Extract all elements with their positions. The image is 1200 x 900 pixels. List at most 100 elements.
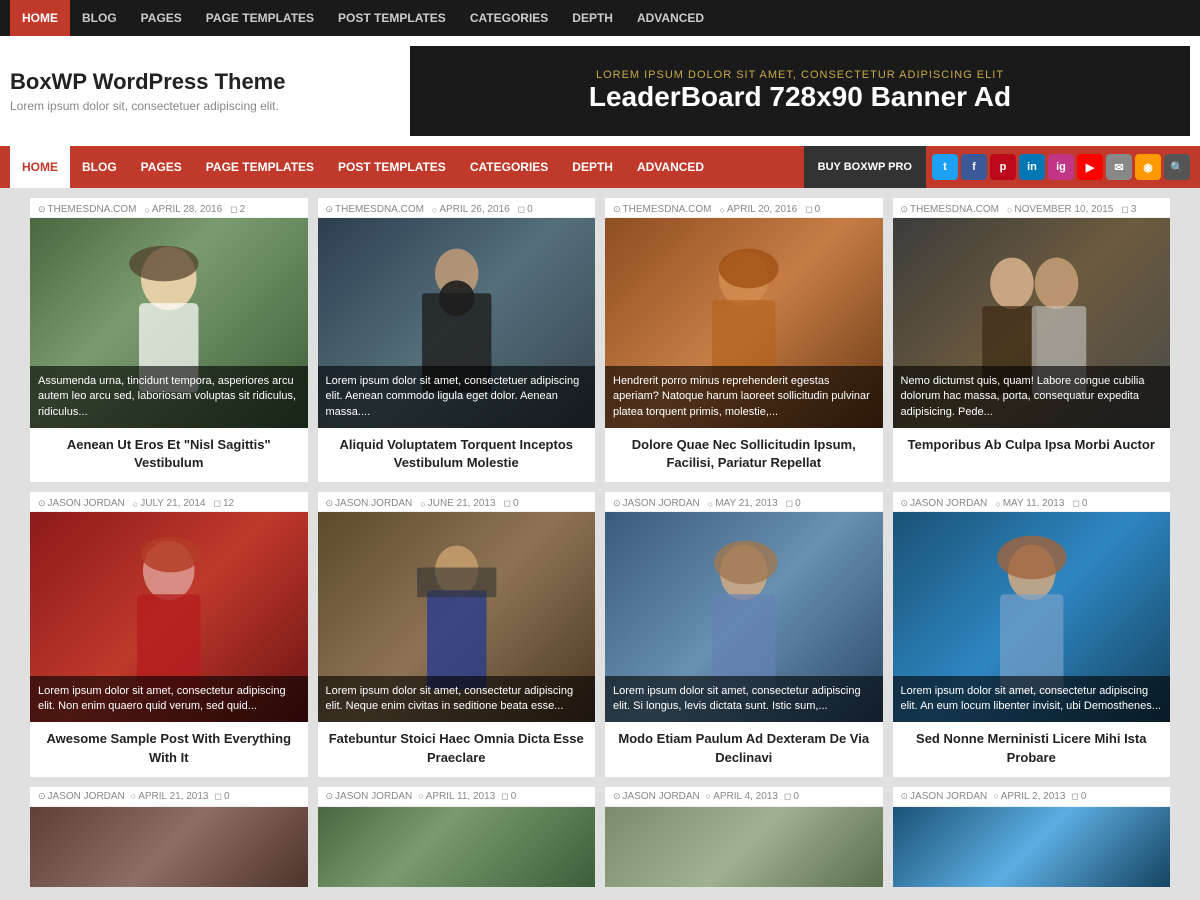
post-title-3[interactable]: Dolore Quae Nec Sollicitudin Ipsum, Faci… — [605, 428, 883, 482]
post-thumb-4: Nemo dictumst quis, quam! Labore congue … — [893, 218, 1171, 428]
post-author-10: ⊙ JASON JORDAN — [326, 791, 413, 802]
post-author-4: ⊙ THEMESDNA.COM — [901, 204, 999, 215]
twitter-icon[interactable]: t — [932, 154, 958, 180]
post-excerpt-4: Nemo dictumst quis, quam! Labore congue … — [901, 375, 1145, 418]
top-navigation: HOME BLOG PAGES PAGE TEMPLATES POST TEMP… — [0, 0, 1200, 36]
rss-icon[interactable]: ◉ — [1135, 154, 1161, 180]
clock-icon-7: ○ — [708, 499, 713, 509]
main-nav-links: HOME BLOG PAGES PAGE TEMPLATES POST TEMP… — [10, 146, 804, 188]
post-date-4: ○ NOVEMBER 10, 2015 — [1007, 204, 1113, 215]
post-excerpt-5: Lorem ipsum dolor sit amet, consectetur … — [38, 685, 286, 712]
clock-icon-10: ○ — [418, 791, 423, 801]
post-excerpt-8: Lorem ipsum dolor sit amet, consectetur … — [901, 685, 1161, 712]
post-card-2: ⊙ THEMESDNA.COM ○ APRIL 26, 2016 ◻ 0 Lor… — [318, 198, 596, 482]
post-date-1: ○ APRIL 28, 2016 — [144, 204, 222, 215]
top-nav-post-templates[interactable]: POST TEMPLATES — [326, 0, 458, 36]
post-thumb-3: Hendrerit porro minus reprehenderit eges… — [605, 218, 883, 428]
main-nav-page-templates[interactable]: PAGE TEMPLATES — [194, 146, 326, 188]
post-author-3: ⊙ THEMESDNA.COM — [613, 204, 711, 215]
clock-icon-11: ○ — [706, 791, 711, 801]
post-thumb-11 — [605, 807, 883, 887]
top-nav-advanced[interactable]: ADVANCED — [625, 0, 716, 36]
post-title-4[interactable]: Temporibus Ab Culpa Ipsa Morbi Auctor — [893, 428, 1171, 464]
post-date-9: ○ APRIL 21, 2013 — [131, 791, 209, 802]
user-icon-12: ⊙ — [901, 791, 909, 802]
search-icon[interactable]: 🔍 — [1164, 154, 1190, 180]
post-title-link-6[interactable]: Fatebuntur Stoici Haec Omnia Dicta Esse … — [329, 731, 584, 764]
user-icon: ⊙ — [38, 204, 46, 215]
post-title-link-5[interactable]: Awesome Sample Post With Everything With… — [46, 731, 291, 764]
post-thumb-12 — [893, 807, 1171, 887]
post-date-5: ○ JULY 21, 2014 — [133, 498, 206, 509]
top-nav-depth[interactable]: DEPTH — [560, 0, 625, 36]
user-icon-6: ⊙ — [326, 498, 334, 509]
post-title-link-8[interactable]: Sed Nonne Merninisti Licere Mihi Ista Pr… — [916, 731, 1146, 764]
post-date-10: ○ APRIL 11, 2013 — [418, 791, 495, 802]
post-meta-2: ⊙ THEMESDNA.COM ○ APRIL 26, 2016 ◻ 0 — [318, 198, 596, 218]
post-title-link-2[interactable]: Aliquid Voluptatem Torquent Inceptos Ves… — [339, 437, 573, 470]
post-date-12: ○ APRIL 2, 2013 — [993, 791, 1065, 802]
post-comments-5: ◻ 12 — [213, 498, 234, 509]
main-nav-categories[interactable]: CATEGORIES — [458, 146, 560, 188]
post-meta-7: ⊙ JASON JORDAN ○ MAY 21, 2013 ◻ 0 — [605, 492, 883, 512]
instagram-icon[interactable]: ig — [1048, 154, 1074, 180]
top-nav-categories[interactable]: CATEGORIES — [458, 0, 560, 36]
post-excerpt-3: Hendrerit porro minus reprehenderit eges… — [613, 375, 870, 418]
youtube-icon[interactable]: ▶ — [1077, 154, 1103, 180]
post-meta-11: ⊙ JASON JORDAN ○ APRIL 4, 2013 ◻ 0 — [605, 787, 883, 807]
post-title-link-4[interactable]: Temporibus Ab Culpa Ipsa Morbi Auctor — [908, 437, 1155, 452]
post-title-link-3[interactable]: Dolore Quae Nec Sollicitudin Ipsum, Faci… — [632, 437, 856, 470]
post-excerpt-overlay-6: Lorem ipsum dolor sit amet, consectetur … — [318, 676, 596, 723]
post-title-link-7[interactable]: Modo Etiam Paulum Ad Dexteram De Via Dec… — [618, 731, 869, 764]
post-comments-9: ◻ 0 — [214, 791, 229, 802]
post-comments-8: ◻ 0 — [1072, 498, 1087, 509]
post-thumb-10 — [318, 807, 596, 887]
main-nav-pages[interactable]: PAGES — [129, 146, 194, 188]
post-title-1[interactable]: Aenean Ut Eros Et "Nisl Sagittis" Vestib… — [30, 428, 308, 482]
comment-icon-7: ◻ — [786, 498, 793, 509]
post-title-6[interactable]: Fatebuntur Stoici Haec Omnia Dicta Esse … — [318, 722, 596, 776]
post-title-2[interactable]: Aliquid Voluptatem Torquent Inceptos Ves… — [318, 428, 596, 482]
comment-icon-10: ◻ — [501, 791, 508, 802]
post-date-2: ○ APRIL 26, 2016 — [432, 204, 510, 215]
post-meta-5: ⊙ JASON JORDAN ○ JULY 21, 2014 ◻ 12 — [30, 492, 308, 512]
clock-icon-5: ○ — [133, 499, 138, 509]
post-author-7: ⊙ JASON JORDAN — [613, 498, 700, 509]
linkedin-icon[interactable]: in — [1019, 154, 1045, 180]
site-header: BoxWP WordPress Theme Lorem ipsum dolor … — [0, 36, 1200, 146]
main-nav-advanced[interactable]: ADVANCED — [625, 146, 716, 188]
comment-icon: ◻ — [230, 204, 237, 215]
main-nav-home[interactable]: HOME — [10, 146, 70, 188]
clock-icon-2: ○ — [432, 205, 437, 215]
top-nav-page-templates[interactable]: PAGE TEMPLATES — [194, 0, 326, 36]
post-meta-4: ⊙ THEMESDNA.COM ○ NOVEMBER 10, 2015 ◻ 3 — [893, 198, 1171, 218]
email-icon[interactable]: ✉ — [1106, 154, 1132, 180]
post-card-7: ⊙ JASON JORDAN ○ MAY 21, 2013 ◻ 0 Lorem … — [605, 492, 883, 776]
comment-icon-6: ◻ — [504, 498, 511, 509]
post-card-10: ⊙ JASON JORDAN ○ APRIL 11, 2013 ◻ 0 — [318, 787, 596, 887]
post-thumb-9 — [30, 807, 308, 887]
top-nav-home[interactable]: HOME — [10, 0, 70, 36]
top-nav-pages[interactable]: PAGES — [129, 0, 194, 36]
post-title-8[interactable]: Sed Nonne Merninisti Licere Mihi Ista Pr… — [893, 722, 1171, 776]
main-nav-blog[interactable]: BLOG — [70, 146, 129, 188]
user-icon-2: ⊙ — [326, 204, 334, 215]
post-comments-11: ◻ 0 — [784, 791, 799, 802]
buy-button[interactable]: BUY BOXWP PRO — [804, 146, 926, 188]
facebook-icon[interactable]: f — [961, 154, 987, 180]
clock-icon: ○ — [144, 205, 149, 215]
site-title: BoxWP WordPress Theme — [10, 69, 390, 95]
post-comments-12: ◻ 0 — [1071, 791, 1086, 802]
post-comments-7: ◻ 0 — [786, 498, 801, 509]
top-nav-blog[interactable]: BLOG — [70, 0, 129, 36]
clock-icon-4: ○ — [1007, 205, 1012, 215]
post-title-7[interactable]: Modo Etiam Paulum Ad Dexteram De Via Dec… — [605, 722, 883, 776]
post-title-5[interactable]: Awesome Sample Post With Everything With… — [30, 722, 308, 776]
post-title-link-1[interactable]: Aenean Ut Eros Et "Nisl Sagittis" Vestib… — [67, 437, 271, 470]
pinterest-icon[interactable]: p — [990, 154, 1016, 180]
post-excerpt-1: Assumenda urna, tincidunt tempora, asper… — [38, 375, 296, 418]
main-nav-post-templates[interactable]: POST TEMPLATES — [326, 146, 458, 188]
comment-icon-2: ◻ — [518, 204, 525, 215]
main-nav-depth[interactable]: DEPTH — [560, 146, 625, 188]
post-date-6: ○ JUNE 21, 2013 — [420, 498, 495, 509]
